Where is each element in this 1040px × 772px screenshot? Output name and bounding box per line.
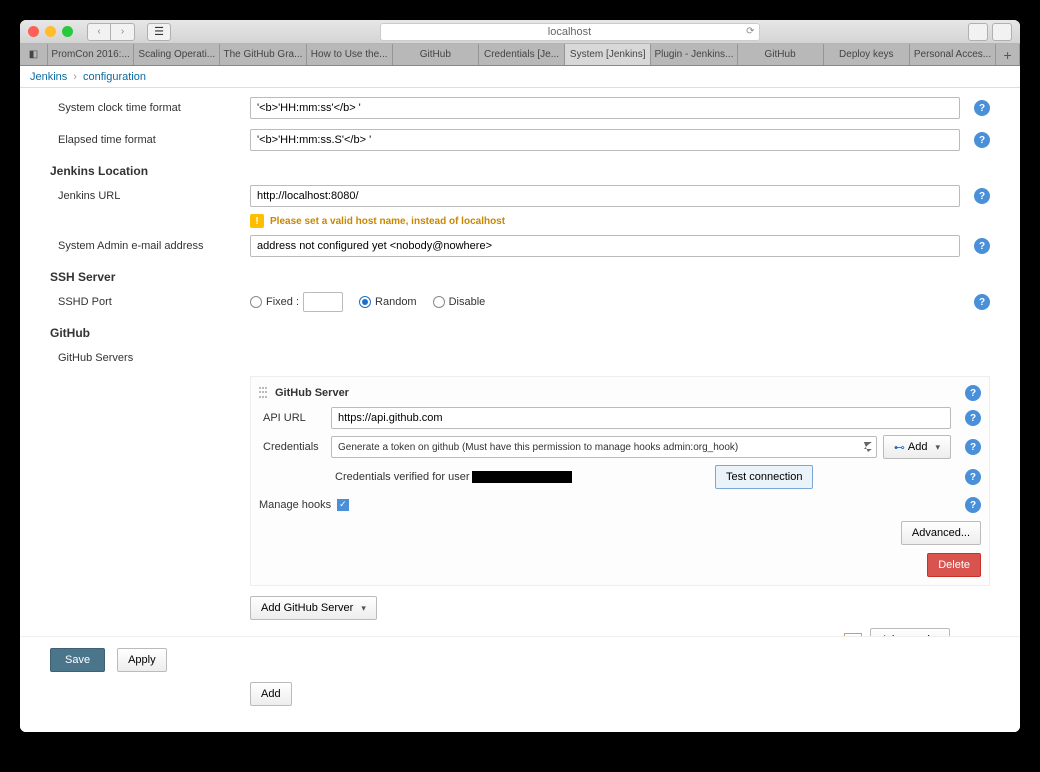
manage-hooks-label: Manage hooks [259,499,331,511]
show-tabs-button[interactable] [992,23,1012,41]
redacted-username [472,471,572,483]
help-icon[interactable]: ? [965,469,981,485]
github-header: GitHub [50,326,990,340]
browser-tab[interactable]: System [Jenkins] [565,44,651,65]
close-window-button[interactable] [28,26,39,37]
api-url-label: API URL [259,412,331,424]
delete-button[interactable]: Delete [927,553,981,577]
sshd-random-option[interactable]: Random [359,296,417,308]
browser-tab[interactable]: GitHub [738,44,824,65]
browser-tab[interactable]: The GitHub Gra... [220,44,306,65]
help-icon[interactable]: ? [974,132,990,148]
save-button[interactable]: Save [50,648,105,672]
credentials-select[interactable]: Generate a token on github (Must have th… [331,436,877,458]
github-server-title: GitHub Server [275,387,349,399]
show-sidebar-button[interactable]: ☰ [147,23,171,41]
test-connection-button[interactable]: Test connection [715,465,813,489]
browser-tab[interactable]: Personal Acces... [910,44,996,65]
traffic-lights [28,26,73,37]
minimize-window-button[interactable] [45,26,56,37]
manage-hooks-checkbox[interactable] [337,499,349,511]
browser-tab[interactable]: Deploy keys [824,44,910,65]
warning-icon: ! [250,214,264,228]
breadcrumb-page[interactable]: configuration [83,71,146,83]
radio-icon [359,296,371,308]
credentials-label: Credentials [259,441,331,453]
advanced-button[interactable]: Advanced... [901,521,981,545]
reload-icon[interactable]: ⟳ [746,26,754,37]
page-content[interactable]: System clock time format ? Elapsed time … [20,88,1020,732]
url-bar[interactable]: localhost ⟳ [380,23,760,41]
warning-text: Please set a valid host name, instead of… [270,216,505,227]
browser-tab[interactable]: GitHub [393,44,479,65]
hostname-warning: ! Please set a valid host name, instead … [250,214,990,228]
help-icon[interactable]: ? [974,188,990,204]
elapsed-time-input[interactable] [250,129,960,151]
browser-tab[interactable]: Plugin - Jenkins... [651,44,737,65]
help-icon[interactable]: ? [965,497,981,513]
new-tab-button[interactable]: + [996,44,1020,65]
help-icon[interactable]: ? [974,100,990,116]
browser-tab[interactable]: Credentials [Je... [479,44,565,65]
url-text: localhost [548,26,591,38]
sshd-disable-option[interactable]: Disable [433,296,486,308]
add-enterprise-server-button[interactable]: Add [250,682,292,706]
help-icon[interactable]: ? [965,439,981,455]
jenkins-url-input[interactable] [250,185,960,207]
caret-down-icon [931,441,940,453]
help-icon[interactable]: ? [974,238,990,254]
sshd-fixed-port-input[interactable] [303,292,343,312]
browser-tab[interactable]: Scaling Operati... [134,44,220,65]
sshd-fixed-option[interactable]: Fixed : [250,292,343,312]
admin-email-label: System Admin e-mail address [50,240,250,252]
add-github-server-button[interactable]: Add GitHub Server [250,596,377,620]
zoom-window-button[interactable] [62,26,73,37]
browser-tabs: ◧ PromCon 2016:... Scaling Operati... Th… [20,44,1020,66]
nav-back-button[interactable]: ‹ [87,23,111,41]
add-credentials-button[interactable]: ⊷ Add [883,435,951,459]
pinned-tab[interactable]: ◧ [20,44,48,65]
breadcrumb-root[interactable]: Jenkins [30,71,67,83]
api-url-input[interactable] [331,407,951,429]
elapsed-time-label: Elapsed time format [50,134,250,146]
radio-icon [433,296,445,308]
browser-tab[interactable]: How to Use the... [307,44,393,65]
credentials-verified-text: Credentials verified for user [335,471,572,483]
system-clock-label: System clock time format [50,102,250,114]
form-footer: Save Apply [20,636,1020,682]
caret-down-icon [357,602,366,614]
jenkins-url-label: Jenkins URL [50,190,250,202]
ssh-server-header: SSH Server [50,270,990,284]
browser-tab[interactable]: PromCon 2016:... [48,44,134,65]
help-icon[interactable]: ? [965,385,981,401]
radio-icon [250,296,262,308]
help-icon[interactable]: ? [974,294,990,310]
key-icon: ⊷ [894,441,904,454]
window-titlebar: ‹ › ☰ localhost ⟳ [20,20,1020,44]
github-servers-label: GitHub Servers [50,352,250,364]
admin-email-input[interactable] [250,235,960,257]
drag-handle-icon[interactable] [259,387,269,399]
breadcrumb: Jenkins › configuration [20,66,1020,88]
help-icon[interactable]: ? [965,410,981,426]
sshd-port-label: SSHD Port [50,296,250,308]
apply-button[interactable]: Apply [117,648,167,672]
jenkins-location-header: Jenkins Location [50,164,990,178]
nav-forward-button[interactable]: › [111,23,135,41]
system-clock-input[interactable] [250,97,960,119]
share-button[interactable] [968,23,988,41]
github-server-panel: GitHub Server ? API URL ? Credentials [250,376,990,586]
